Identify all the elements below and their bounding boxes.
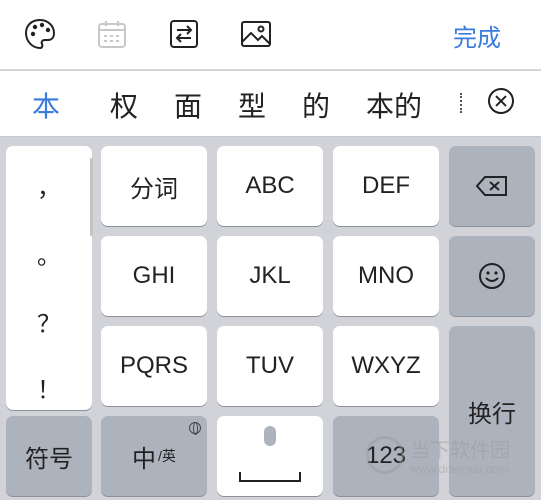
key-label: 分词 bbox=[130, 175, 178, 203]
key-mno[interactable]: MNO bbox=[333, 236, 439, 316]
punctuation-exclamation[interactable]: ！ bbox=[6, 370, 92, 405]
lang-main-label: 中 bbox=[132, 445, 157, 473]
key-label: PQRS bbox=[119, 352, 188, 379]
key-ghi[interactable]: GHI bbox=[101, 236, 207, 316]
symbols-button[interactable]: 符号 bbox=[6, 416, 92, 496]
punctuation-list[interactable]: ， 。 ？ ！ bbox=[6, 146, 93, 410]
image-icon[interactable] bbox=[238, 16, 274, 52]
key-label: TUV bbox=[246, 352, 294, 379]
punctuation-scrollbar[interactable] bbox=[90, 158, 93, 236]
mic-icon bbox=[264, 426, 276, 446]
key-label: DEF bbox=[362, 172, 410, 199]
key-pqrs[interactable]: PQRS bbox=[101, 326, 207, 406]
candidate-bar: 本 权 面 型 的 本的 bbox=[0, 71, 541, 137]
candidate-item[interactable]: 权 bbox=[110, 85, 138, 125]
punctuation-question[interactable]: ？ bbox=[6, 304, 92, 339]
candidate-item[interactable]: 本的 bbox=[366, 85, 422, 125]
candidate-item[interactable]: 面 bbox=[174, 85, 202, 125]
backspace-button[interactable] bbox=[449, 146, 535, 226]
key-jkl[interactable]: JKL bbox=[217, 236, 323, 316]
key-label: WXYZ bbox=[351, 352, 421, 379]
switch-arrows-icon[interactable] bbox=[166, 16, 202, 52]
close-circle-icon[interactable] bbox=[488, 88, 514, 114]
watermark-logo-icon bbox=[366, 436, 404, 474]
symbols-label: 符号 bbox=[25, 445, 73, 473]
key-segment[interactable]: 分词 bbox=[101, 146, 207, 226]
done-button[interactable]: 完成 bbox=[453, 18, 501, 53]
key-abc[interactable]: ABC bbox=[217, 146, 323, 226]
backspace-icon bbox=[475, 176, 507, 196]
space-icon bbox=[239, 472, 301, 482]
key-label: GHI bbox=[132, 262, 176, 289]
palette-icon[interactable] bbox=[22, 16, 58, 52]
enter-label: 换行 bbox=[468, 401, 516, 428]
watermark-url: www.downxia.com bbox=[410, 462, 509, 476]
watermark: 当下软件园 www.downxia.com bbox=[360, 430, 540, 490]
punctuation-period[interactable]: 。 bbox=[6, 236, 92, 271]
key-label: JKL bbox=[249, 262, 291, 289]
key-def[interactable]: DEF bbox=[333, 146, 439, 226]
language-switch-button[interactable]: 中/英 bbox=[101, 416, 207, 496]
candidate-more-divider bbox=[460, 93, 463, 113]
punctuation-comma[interactable]: ， bbox=[6, 168, 92, 203]
emoji-button[interactable] bbox=[449, 236, 535, 316]
ime-keyboard-screen: 完成 本 权 面 型 的 本的 ， 。 ？ ！ 分词 ABC DEF GHI J bbox=[0, 0, 541, 500]
smiley-icon bbox=[479, 263, 505, 289]
globe-icon bbox=[189, 422, 201, 435]
key-label: MNO bbox=[358, 262, 414, 289]
lang-alt-label: /英 bbox=[158, 448, 176, 464]
candidate-item[interactable]: 的 bbox=[302, 85, 330, 125]
watermark-name: 当下软件园 bbox=[410, 440, 510, 462]
space-button[interactable] bbox=[217, 416, 323, 496]
candidate-item[interactable]: 型 bbox=[238, 85, 266, 125]
key-wxyz[interactable]: WXYZ bbox=[333, 326, 439, 406]
key-label: ABC bbox=[245, 172, 295, 199]
ime-toolbar: 完成 bbox=[0, 0, 541, 70]
candidate-item[interactable]: 本 bbox=[32, 85, 60, 125]
key-tuv[interactable]: TUV bbox=[217, 326, 323, 406]
calendar-icon[interactable] bbox=[94, 16, 130, 52]
